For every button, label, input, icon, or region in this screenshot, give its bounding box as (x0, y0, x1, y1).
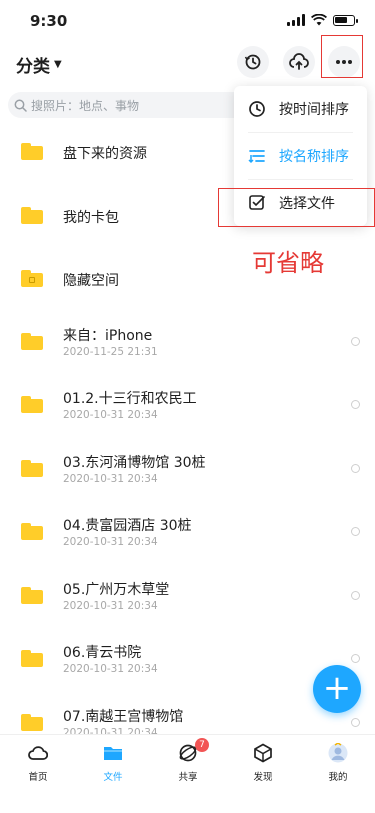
add-button[interactable]: + (313, 665, 361, 713)
cloud-upload-icon (289, 53, 309, 70)
cube-icon (254, 743, 272, 763)
folder-icon (21, 459, 43, 477)
select-radio[interactable] (351, 717, 360, 727)
menu-item-sort-by-name[interactable]: 按名称排序 (234, 133, 367, 179)
tab-label: 共享 (178, 772, 198, 783)
folder-icon (104, 747, 122, 760)
folder-icon (21, 586, 43, 604)
list-item[interactable]: 04.贵富园酒店 30桩 2020-10-31 20:34 (0, 501, 375, 563)
search-icon (14, 99, 27, 112)
list-item[interactable]: 01.2.十三行和农民工 2020-10-31 20:34 (0, 374, 375, 436)
tab-home[interactable]: 首页 (8, 743, 68, 783)
folder-icon (21, 396, 43, 413)
avatar-icon (328, 743, 348, 763)
search-placeholder: 搜照片：地点、事物 (31, 98, 140, 113)
file-date: 2020-10-31 20:34 (63, 599, 158, 612)
annotation-note: 可省略 (252, 249, 324, 277)
clock-icon (248, 100, 266, 118)
cloud-icon (28, 746, 48, 760)
folder-icon (21, 206, 43, 224)
category-selector[interactable]: 分类 ▼ (16, 52, 62, 77)
file-name: 03.东河涌博物馆 30桩 (63, 454, 206, 471)
file-name: 盘下来的资源 (63, 146, 147, 162)
select-radio[interactable] (351, 527, 360, 536)
select-radio[interactable] (351, 590, 360, 600)
top-bar: 分类 ▼ (0, 44, 375, 84)
file-date: 2020-10-31 20:34 (63, 409, 158, 421)
status-icons (287, 14, 358, 26)
folder-icon (21, 332, 43, 350)
select-radio[interactable] (351, 336, 360, 346)
tab-label: 发现 (253, 772, 273, 783)
tab-files[interactable]: 文件 (83, 743, 143, 783)
sort-icon (248, 147, 266, 165)
status-bar: 9:30 (0, 0, 375, 44)
history-icon (244, 54, 261, 70)
file-date: 2020-10-31 20:34 (63, 663, 158, 675)
list-item[interactable]: 05.广州万木草堂 2020-10-31 20:34 (0, 565, 375, 627)
list-item[interactable]: 03.东河涌博物馆 30桩 2020-10-31 20:34 (0, 438, 375, 500)
folder-icon (21, 523, 43, 540)
file-name: 04.贵富园酒店 30桩 (63, 518, 192, 534)
select-radio[interactable] (351, 400, 360, 409)
folder-icon (21, 650, 43, 667)
battery-icon (333, 14, 358, 26)
file-name: 01.2.十三行和农民工 (63, 391, 197, 407)
annotation-box-select (218, 188, 375, 227)
page-title: 分类 (16, 57, 50, 77)
file-name: 我的卡包 (63, 209, 119, 226)
menu-item-label: 按时间排序 (279, 102, 349, 118)
wifi-icon (311, 14, 327, 26)
menu-item-label: 按名称排序 (279, 149, 349, 165)
tab-label: 文件 (103, 772, 123, 783)
select-radio[interactable] (351, 654, 360, 663)
file-name: 来自：iPhone (63, 327, 153, 344)
file-date: 2020-10-31 20:34 (63, 536, 158, 548)
file-date: 2020-11-25 21:31 (63, 345, 158, 358)
tab-bar: 首页 文件 7 共享 发现 我的 (0, 734, 375, 813)
menu-item-sort-by-time[interactable]: 按时间排序 (234, 86, 367, 132)
status-time: 9:30 (30, 12, 68, 30)
caret-down-icon: ▼ (54, 59, 62, 70)
tab-discover[interactable]: 发现 (233, 743, 293, 783)
tab-label: 首页 (28, 772, 48, 783)
file-name: 06.青云书院 (63, 645, 142, 661)
tab-share[interactable]: 7 共享 (158, 738, 218, 783)
tab-label: 我的 (328, 772, 348, 783)
history-button[interactable] (237, 46, 269, 78)
tab-me[interactable]: 我的 (308, 743, 368, 783)
list-item[interactable]: 来自：iPhone 2020-11-25 21:31 (0, 311, 375, 373)
signal-icon (287, 14, 305, 26)
file-date: 2020-10-31 20:34 (63, 472, 158, 485)
annotation-box-more (321, 35, 363, 78)
file-name: 05.广州万木草堂 (63, 581, 170, 598)
share-badge: 7 (195, 738, 209, 752)
upload-button[interactable] (283, 46, 315, 78)
folder-icon (21, 143, 43, 160)
search-input[interactable]: 搜照片：地点、事物 (8, 92, 268, 118)
file-name: 隐藏空间 (63, 273, 119, 289)
folder-icon (21, 270, 43, 287)
file-name: 07.南越王宫博物馆 (63, 708, 184, 725)
select-radio[interactable] (351, 463, 360, 473)
folder-icon (21, 713, 43, 731)
